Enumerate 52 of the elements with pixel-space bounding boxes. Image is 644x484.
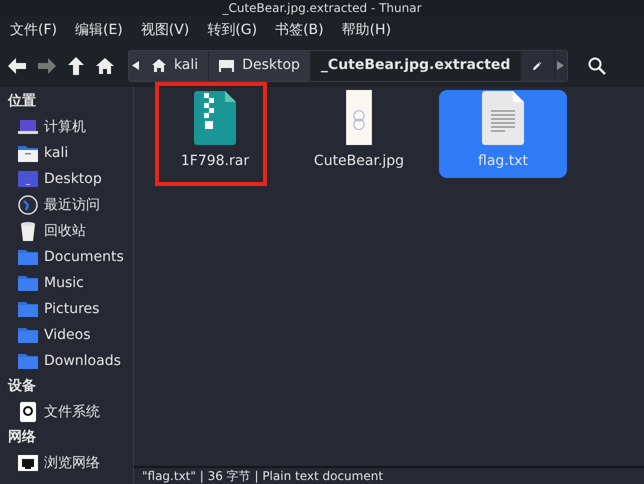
sidebar-item[interactable]: 计算机	[0, 114, 133, 140]
folder-icon	[18, 327, 38, 343]
drive-icon	[20, 402, 36, 422]
sidebar-item[interactable]: Music	[0, 270, 133, 296]
sidebar-item[interactable]: Downloads	[0, 348, 133, 374]
menu-item[interactable]: 帮助(H)	[338, 20, 396, 40]
sidebar-item[interactable]: Videos	[0, 322, 133, 348]
window-title: _CuteBear.jpg.extracted - Thunar	[222, 2, 422, 14]
sidebar-item[interactable]: Pictures	[0, 296, 133, 322]
network-port-icon	[18, 455, 38, 471]
scroll-left-icon[interactable]	[132, 61, 139, 70]
trash-bin-icon	[20, 221, 36, 241]
path-button[interactable]: Desktop	[209, 50, 311, 80]
clock-icon	[18, 195, 38, 215]
sidebar-heading: 设备	[6, 377, 37, 396]
zip-file-icon	[194, 91, 236, 145]
sidebar-heading: 位置	[6, 92, 37, 111]
sidebar-item[interactable]: 浏览网络	[0, 450, 133, 476]
desktop-icon	[18, 171, 38, 187]
folder-icon	[18, 275, 38, 291]
text-file-icon	[482, 91, 524, 145]
sidebar-item[interactable]: 最近访问	[0, 192, 133, 218]
sidebar-item[interactable]: Documents	[0, 244, 133, 270]
home-icon	[152, 59, 166, 72]
desktop-icon	[219, 60, 234, 72]
up-arrow-icon[interactable]	[68, 56, 84, 74]
search-icon[interactable]	[588, 56, 606, 74]
sidebar-heading: 网络	[7, 428, 37, 447]
file-item[interactable]: CuteBear.jpg	[295, 90, 423, 178]
sidebar-item[interactable]: 回收站	[0, 218, 133, 244]
folder-icon	[18, 144, 38, 162]
folder-icon	[18, 249, 38, 265]
file-item[interactable]: 1F798.rar	[151, 90, 279, 178]
menu-item[interactable]: 编辑(E)	[70, 20, 127, 40]
scroll-right-icon[interactable]	[557, 61, 564, 70]
sidebar-item[interactable]: Desktop	[0, 166, 133, 192]
laptop-icon	[18, 120, 38, 134]
menu-item[interactable]: 转到(G)	[203, 20, 262, 40]
path-button[interactable]: _CuteBear.jpg.extracted	[310, 50, 522, 80]
menu-item[interactable]: 视图(V)	[136, 20, 194, 40]
menu-item[interactable]: 书签(B)	[271, 20, 328, 40]
home-icon[interactable]	[96, 58, 114, 74]
path-button[interactable]: kali	[142, 50, 210, 80]
sidebar-item[interactable]: kali	[0, 140, 133, 166]
folder-icon	[18, 301, 38, 317]
back-arrow-icon[interactable]	[8, 58, 26, 74]
sidebar-item[interactable]: 文件系统	[0, 399, 133, 425]
status-text: "flag.txt" | 36 字节 | Plain text document	[141, 470, 384, 482]
forward-arrow-icon[interactable]	[38, 58, 56, 74]
folder-icon	[18, 353, 38, 369]
menu-item[interactable]: 文件(F)	[6, 20, 61, 40]
bear-image-thumbnail	[344, 90, 374, 145]
